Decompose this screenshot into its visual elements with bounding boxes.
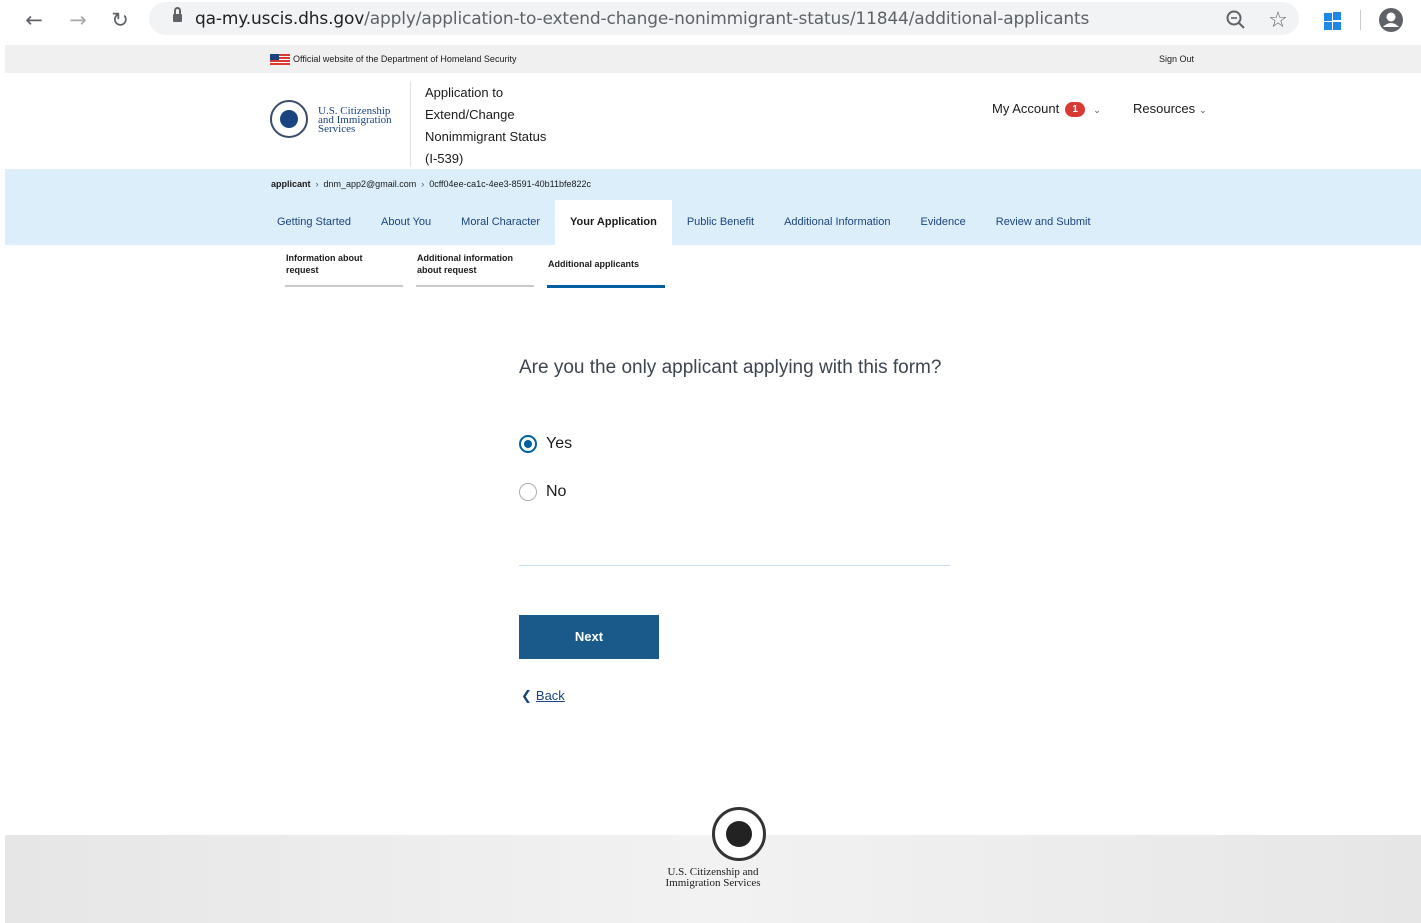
reload-icon[interactable]: ↻ (106, 6, 134, 34)
divider (519, 565, 950, 566)
navigation-band: applicant › dnm_app2@gmail.com › 0cff04ee-ca… (5, 169, 1421, 245)
subtab-additional-information[interactable]: Additional information about request (416, 252, 534, 287)
chevron-down-icon: ⌄ (1199, 105, 1207, 115)
breadcrumb-email[interactable]: dnm_app2@gmail.com (324, 179, 417, 189)
agency-logo-text[interactable]: U.S. Citizenship and Immigration Service… (318, 106, 392, 135)
next-button[interactable]: Next (519, 615, 659, 659)
forward-arrow-icon[interactable]: → (64, 6, 92, 34)
windows-extension-icon[interactable] (1318, 6, 1346, 34)
back-link[interactable]: ❮ Back (521, 688, 565, 704)
tab-about-you[interactable]: About You (366, 200, 446, 245)
tab-moral-character[interactable]: Moral Character (446, 200, 555, 245)
tab-getting-started[interactable]: Getting Started (271, 200, 366, 245)
dhs-seal-icon[interactable] (270, 100, 308, 138)
chevron-down-icon: ⌄ (1093, 105, 1101, 115)
site-header: U.S. Citizenship and Immigration Service… (0, 73, 1421, 169)
option-label[interactable]: Yes (546, 435, 572, 453)
subtab-underline (285, 285, 403, 287)
breadcrumb: applicant › dnm_app2@gmail.com › 0cff04ee-ca… (271, 179, 591, 189)
toolbar-divider (1360, 10, 1361, 30)
subtab-information-about-request[interactable]: Information about request (285, 252, 403, 287)
section-tabs: Getting Started About You Moral Characte… (271, 200, 1106, 245)
us-flag-icon (270, 54, 290, 65)
dhs-seal-icon (712, 807, 766, 861)
breadcrumb-separator-icon: › (421, 179, 425, 189)
address-bar[interactable]: qa-my.uscis.dhs.gov/apply/application-to… (149, 2, 1299, 35)
subtab-underline-active (547, 285, 665, 288)
url-text: qa-my.uscis.dhs.gov/apply/application-to… (195, 9, 1090, 29)
option-yes[interactable]: Yes (519, 433, 572, 455)
notification-badge: 1 (1065, 102, 1086, 117)
footer-agency-logo[interactable]: U.S. Citizenship and Immigration Service… (5, 867, 1421, 889)
my-account-menu[interactable]: My Account 1 ⌄ (992, 101, 1101, 117)
sign-out-link[interactable]: Sign Out (1159, 54, 1194, 64)
breadcrumb-id: 0cff04ee-ca1c-4ee3-8591-40b11bfe822c (429, 179, 591, 189)
option-label[interactable]: No (546, 483, 566, 501)
browser-toolbar: ← → ↻ qa-my.uscis.dhs.gov/apply/applicat… (0, 0, 1421, 40)
question-text: Are you the only applicant applying with… (519, 357, 942, 378)
application-title: Application to Extend/Change Nonimmigran… (425, 85, 547, 166)
profile-icon[interactable] (1377, 6, 1405, 34)
radio-button[interactable] (519, 483, 537, 501)
header-divider (410, 81, 411, 167)
breadcrumb-separator-icon: › (315, 179, 319, 189)
tab-your-application[interactable]: Your Application (555, 200, 672, 245)
tab-evidence[interactable]: Evidence (905, 200, 980, 245)
official-website-text: Official website of the Department of Ho… (293, 54, 517, 64)
radio-button-selected[interactable] (519, 435, 537, 453)
option-no[interactable]: No (519, 481, 566, 503)
back-arrow-icon[interactable]: ← (20, 6, 48, 34)
tab-public-benefit[interactable]: Public Benefit (672, 200, 769, 245)
lock-icon (173, 7, 182, 24)
breadcrumb-root[interactable]: applicant (271, 179, 311, 189)
tab-additional-information[interactable]: Additional Information (769, 200, 905, 245)
site-footer: U.S. Citizenship and Immigration Service… (5, 807, 1421, 923)
gov-banner: Official website of the Department of Ho… (5, 45, 1421, 73)
resources-menu[interactable]: Resources ⌄ (1133, 101, 1207, 116)
tab-review-and-submit[interactable]: Review and Submit (981, 200, 1106, 245)
zoom-icon[interactable] (1222, 6, 1250, 34)
bookmark-star-icon[interactable]: ☆ (1264, 6, 1292, 34)
subtab-underline (416, 285, 534, 287)
chevron-left-icon: ❮ (521, 688, 532, 703)
subtab-additional-applicants[interactable]: Additional applicants (547, 252, 665, 288)
